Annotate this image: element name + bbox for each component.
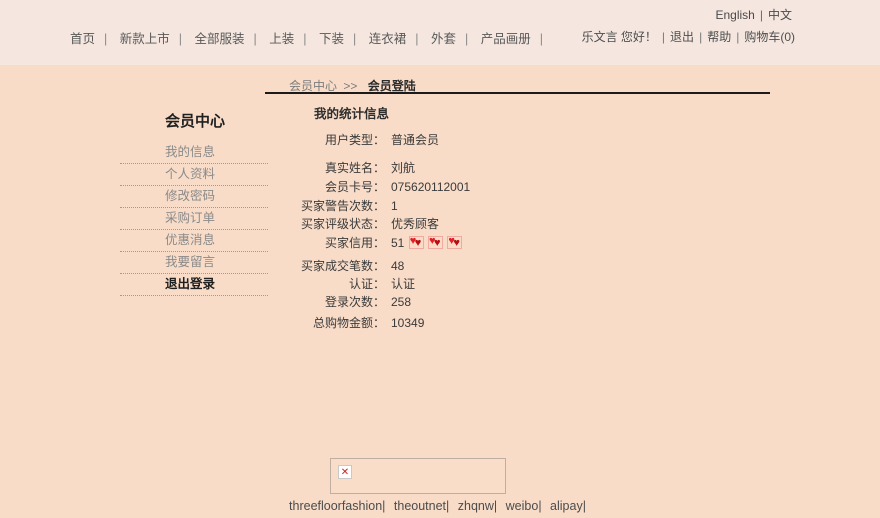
separator: | <box>760 8 763 22</box>
stat-label: 真实姓名： <box>230 159 385 176</box>
separator: | <box>538 499 541 513</box>
nav-item-home[interactable]: 首页 <box>70 32 95 46</box>
nav-item-all-clothing[interactable]: 全部服装 <box>195 32 245 46</box>
separator: | <box>353 32 356 46</box>
stat-label: 用户类型： <box>230 131 385 148</box>
stat-value: 10349 <box>391 316 424 330</box>
stat-label: 买家成交笔数： <box>230 257 385 274</box>
separator: | <box>382 499 385 513</box>
image-placeholder-box: ✕ <box>330 458 506 494</box>
stat-value: 51 <box>391 236 404 250</box>
sidebar-title: 会员中心 <box>120 110 268 131</box>
logout-link[interactable]: 退出 <box>670 30 694 44</box>
stat-label: 登录次数： <box>230 293 385 310</box>
help-link[interactable]: 帮助 <box>707 30 731 44</box>
stat-value: 258 <box>391 295 411 309</box>
stat-row-login-count: 登录次数： 258 <box>230 293 411 310</box>
main-nav: 首页 | 新款上市 | 全部服装 | 上装 | 下装 | 连衣裙 | 外套 | 产品画册 | <box>70 28 552 47</box>
separator: | <box>104 32 107 46</box>
separator: | <box>540 32 543 46</box>
user-bar: 乐文言 您好！ | 退出 | 帮助 | 购物车(0) <box>582 28 795 45</box>
separator: | <box>446 499 449 513</box>
separator: | <box>494 499 497 513</box>
footer-link-threefloorfashion[interactable]: threefloorfashion <box>289 499 382 513</box>
footer-link-theoutnet[interactable]: theoutnet <box>394 499 446 513</box>
stat-value: 1 <box>391 199 398 213</box>
stat-value: 刘航 <box>391 161 415 175</box>
stat-row-deal-count: 买家成交笔数： 48 <box>230 257 404 274</box>
stat-value: 优秀顾客 <box>391 217 439 231</box>
stat-label: 买家信用： <box>230 234 385 251</box>
stat-value: 075620112001 <box>391 180 470 194</box>
separator: | <box>583 499 586 513</box>
header: English | 中文 首页 | 新款上市 | 全部服装 | 上装 | 下装 | 连衣裙 | … <box>0 0 880 65</box>
stat-value: 48 <box>391 259 404 273</box>
separator: | <box>303 32 306 46</box>
stat-row-rating-status: 买家评级状态： 优秀顾客 <box>230 215 439 232</box>
nav-item-dresses[interactable]: 连衣裙 <box>369 32 407 46</box>
stat-row-buyer-credit: 买家信用： 51 ♥♥ ♥♥ ♥♥ <box>230 234 462 251</box>
cart-link[interactable]: 购物车(0) <box>744 30 795 44</box>
stat-label: 总购物金额： <box>230 314 385 331</box>
separator: | <box>662 30 665 44</box>
separator: | <box>736 30 739 44</box>
stat-value: 认证 <box>391 277 415 291</box>
breadcrumb-member-center[interactable]: 会员中心 <box>289 79 337 93</box>
language-switcher: English | 中文 <box>716 6 793 23</box>
footer-link-zhqnw[interactable]: zhqnw <box>458 499 494 513</box>
nav-item-tops[interactable]: 上装 <box>269 32 294 46</box>
footer-link-alipay[interactable]: alipay <box>550 499 583 513</box>
stat-row-user-type: 用户类型： 普通会员 <box>230 131 439 148</box>
breadcrumb-current-page: 会员登陆 <box>368 79 416 93</box>
separator: | <box>465 32 468 46</box>
lang-english[interactable]: English <box>716 8 755 22</box>
broken-image-icon: ✕ <box>338 465 352 479</box>
breadcrumb-divider <box>265 92 770 94</box>
breadcrumb-arrow: >> <box>343 79 357 93</box>
separator: | <box>699 30 702 44</box>
stats-title: 我的统计信息 <box>314 103 389 122</box>
footer-link-weibo[interactable]: weibo <box>506 499 539 513</box>
lang-chinese[interactable]: 中文 <box>768 8 792 22</box>
separator: | <box>179 32 182 46</box>
footer-links: threefloorfashion| theoutnet| zhqnw| wei… <box>0 499 880 513</box>
heart-icon: ♥♥ <box>428 236 443 249</box>
stat-row-real-name: 真实姓名： 刘航 <box>230 159 415 176</box>
stat-row-warning-count: 买家警告次数： 1 <box>230 197 398 214</box>
stat-label: 会员卡号： <box>230 178 385 195</box>
separator: | <box>415 32 418 46</box>
stat-label: 买家警告次数： <box>230 197 385 214</box>
nav-item-coats[interactable]: 外套 <box>431 32 456 46</box>
stat-row-certification: 认证： 认证 <box>230 275 415 292</box>
user-greeting: 乐文言 您好！ <box>582 30 657 44</box>
stat-label: 认证： <box>230 275 385 292</box>
nav-item-bottoms[interactable]: 下装 <box>319 32 344 46</box>
nav-item-new-arrivals[interactable]: 新款上市 <box>120 32 170 46</box>
nav-item-catalog[interactable]: 产品画册 <box>481 32 531 46</box>
separator: | <box>254 32 257 46</box>
stat-label: 买家评级状态： <box>230 215 385 232</box>
stat-value: 普通会员 <box>391 133 439 147</box>
heart-icon: ♥♥ <box>447 236 462 249</box>
heart-icon: ♥♥ <box>409 236 424 249</box>
member-center-page: English | 中文 首页 | 新款上市 | 全部服装 | 上装 | 下装 | 连衣裙 | … <box>0 0 880 518</box>
stat-row-total-purchase: 总购物金额： 10349 <box>230 314 424 331</box>
stat-row-member-card-no: 会员卡号： 075620112001 <box>230 178 470 195</box>
